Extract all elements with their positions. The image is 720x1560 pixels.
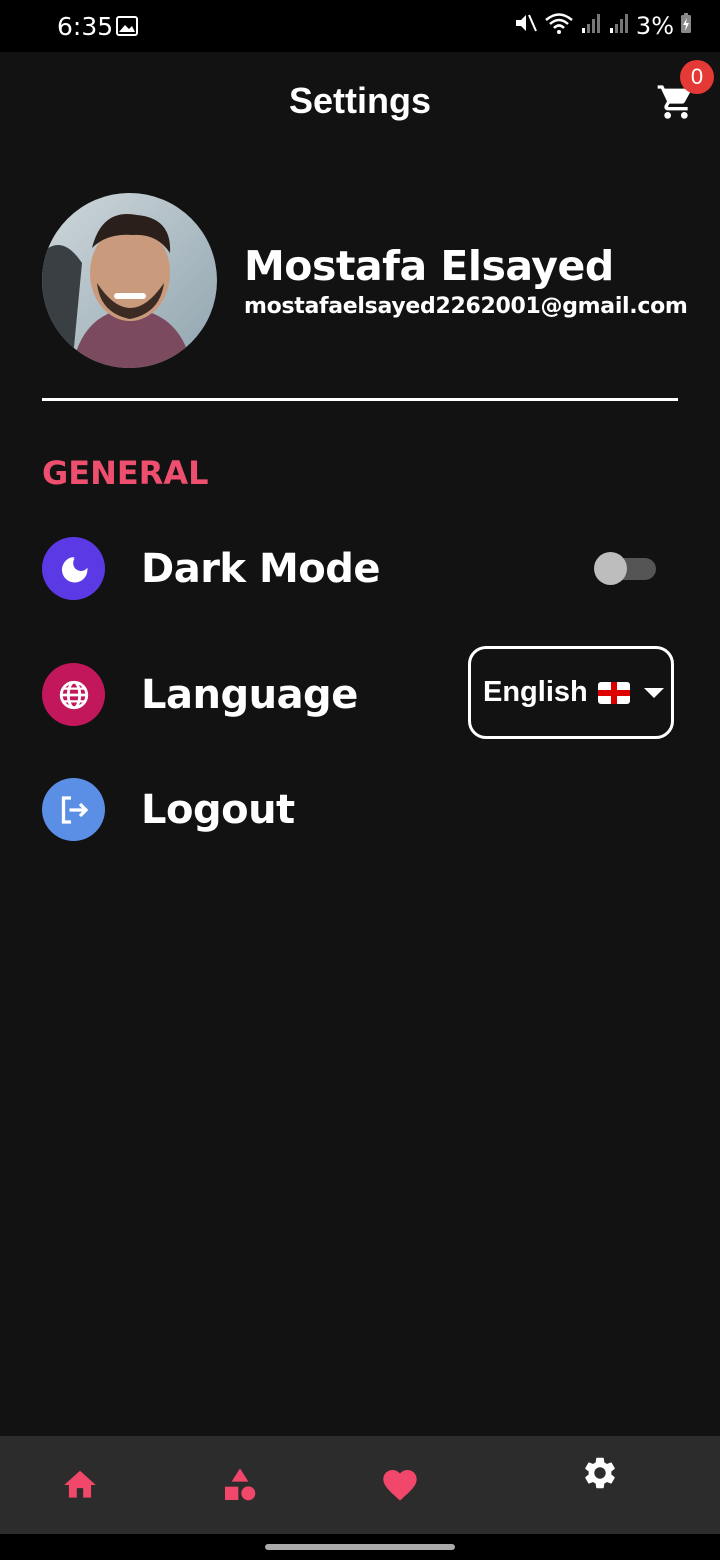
wifi-icon: [544, 12, 574, 40]
nav-categories[interactable]: [180, 1436, 300, 1534]
page-title: Settings: [288, 80, 431, 121]
signal-icon: [580, 12, 602, 40]
mute-icon: [514, 12, 538, 40]
language-selected-value: English: [483, 676, 588, 708]
app-bar: Settings 0: [0, 52, 720, 148]
toggle-thumb: [594, 552, 627, 585]
cart-count-badge: 0: [680, 60, 714, 94]
status-time: 6:35: [57, 12, 114, 41]
moon-icon: [61, 556, 87, 582]
logout-icon: [61, 795, 88, 824]
dark-mode-label: Dark Mode: [141, 546, 381, 592]
dark-mode-icon-circle: [42, 537, 105, 600]
home-gesture-handle[interactable]: [265, 1544, 455, 1550]
avatar: [42, 193, 217, 368]
logout-icon-circle[interactable]: [42, 778, 105, 841]
dark-mode-toggle[interactable]: [594, 552, 656, 585]
globe-icon: [59, 680, 88, 709]
language-icon-circle: [42, 663, 105, 726]
language-dropdown[interactable]: English: [468, 646, 674, 739]
chevron-down-icon: [643, 687, 664, 698]
profile-name: Mostafa Elsayed: [244, 242, 614, 290]
gear-icon: [585, 1457, 615, 1489]
battery-percent: 3%: [635, 12, 674, 40]
logout-label[interactable]: Logout: [141, 787, 295, 833]
status-indicators: 3%: [514, 12, 692, 40]
england-flag-icon: [597, 681, 630, 704]
bottom-navigation: [0, 1436, 720, 1534]
section-title: GENERAL: [42, 454, 209, 492]
system-navigation-bar: [0, 1534, 720, 1560]
nav-home[interactable]: [20, 1436, 140, 1534]
status-bar: 6:35 3%: [0, 0, 720, 52]
signal-icon-2: [608, 12, 630, 40]
heart-icon: [383, 1470, 417, 1501]
language-label: Language: [141, 672, 358, 718]
home-icon: [64, 1470, 96, 1498]
divider: [42, 398, 678, 401]
battery-charging-icon: [680, 12, 692, 40]
categories-icon: [225, 1468, 256, 1501]
gallery-notification-icon: [116, 16, 138, 41]
profile-email: mostafaelsayed2262001@gmail.com: [244, 294, 688, 319]
nav-settings[interactable]: [540, 1424, 660, 1522]
nav-favorites[interactable]: [340, 1436, 460, 1534]
